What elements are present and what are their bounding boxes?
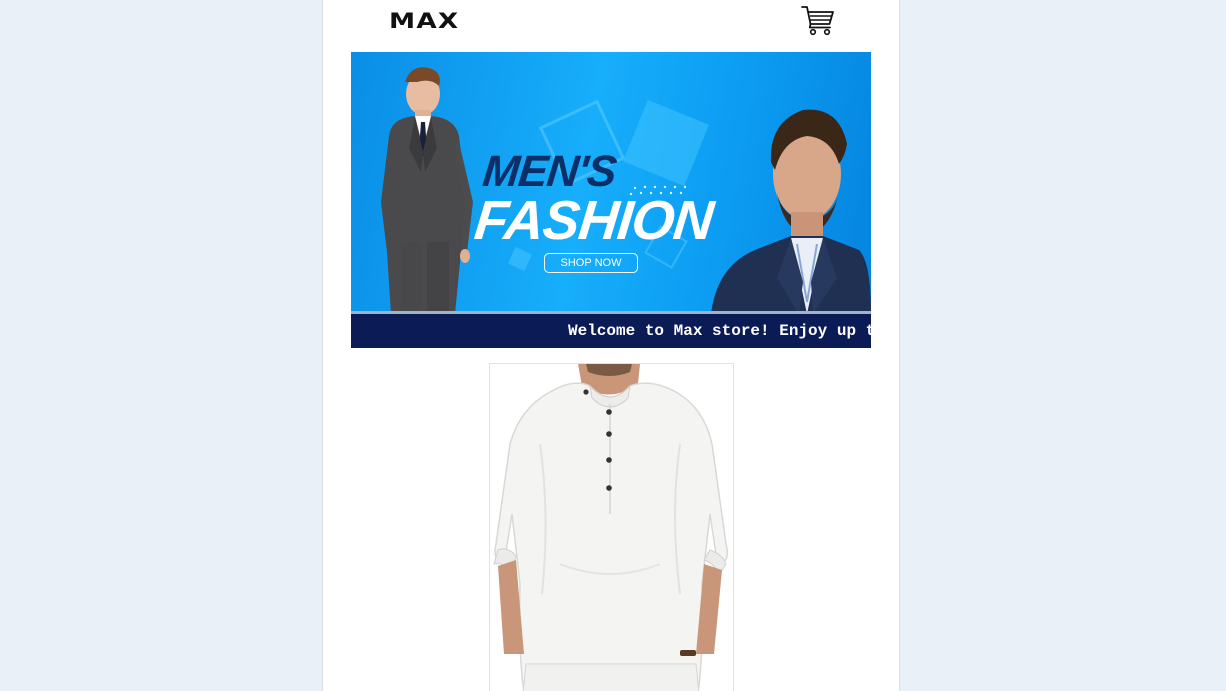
- site-header: MAX: [323, 0, 899, 42]
- announcement-bar: Welcome to Max store! Enjoy up to: [351, 314, 871, 348]
- model-in-suit-image: [381, 67, 473, 314]
- brand-logo[interactable]: MAX: [389, 8, 459, 34]
- store-page: MAX MEN'S FASHION SHOP NOW Welcome to Ma…: [322, 0, 900, 691]
- banner-artwork: MEN'S FASHION SHOP NOW: [351, 52, 871, 314]
- shop-now-button[interactable]: SHOP NOW: [544, 253, 638, 273]
- model-in-blazer-image: [711, 109, 871, 314]
- banner-headline-line1: MEN'S: [480, 147, 619, 196]
- banner-headline-line2: FASHION: [471, 189, 716, 251]
- white-linen-shirt-image: [490, 364, 733, 691]
- promo-banner[interactable]: MEN'S FASHION SHOP NOW Welcome to Max st…: [351, 52, 871, 348]
- shopping-cart-icon[interactable]: [801, 4, 835, 36]
- announcement-text: Welcome to Max store! Enjoy up to: [568, 322, 871, 340]
- product-card[interactable]: [489, 363, 734, 691]
